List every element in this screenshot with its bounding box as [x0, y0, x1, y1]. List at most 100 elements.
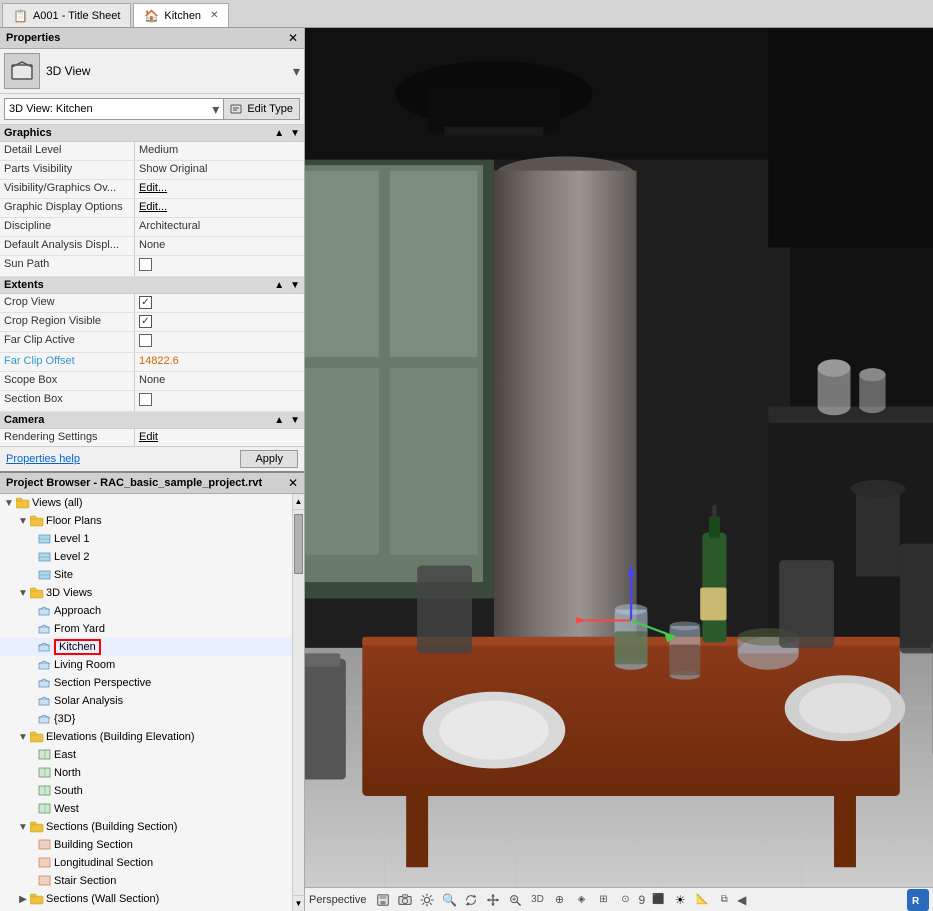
scroll-up-button[interactable]: ▲ [293, 494, 304, 510]
3d-views-folder-icon [30, 586, 44, 600]
tree-site[interactable]: Site [0, 566, 292, 584]
tab-kitchen-label: Kitchen [164, 10, 201, 22]
view-type-row: 3D View ▾ [0, 49, 304, 94]
tree-from-yard[interactable]: From Yard [0, 620, 292, 638]
sun-icon[interactable]: ☀ [671, 891, 689, 909]
tree-level1[interactable]: Level 1 [0, 530, 292, 548]
graphics-section-label: Graphics [4, 127, 52, 139]
browser-close-icon[interactable]: ✕ [288, 476, 298, 490]
tree-floor-plans[interactable]: ▼ Floor Plans [0, 512, 292, 530]
crop-view-checkbox[interactable] [139, 296, 152, 309]
tab-kitchen[interactable]: 🏠 Kitchen ✕ [133, 3, 229, 27]
tree-building-section[interactable]: Building Section [0, 836, 292, 854]
tree-wall-sections[interactable]: ▶ Sections (Wall Section) [0, 890, 292, 908]
prop-row-analysis-display: Default Analysis Displ... None [0, 237, 304, 256]
tree-approach[interactable]: Approach [0, 602, 292, 620]
3d-nav-icon[interactable]: 3D [528, 891, 546, 909]
camera-expand-icon[interactable]: ▼ [290, 415, 300, 426]
rotate-status-icon[interactable] [462, 891, 480, 909]
nav5-icon[interactable]: ⊙ [616, 891, 634, 909]
section-item-icon [38, 874, 52, 888]
tree-3d-views[interactable]: ▼ 3D Views [0, 584, 292, 602]
scroll-down-button[interactable]: ▼ [293, 895, 304, 911]
pan-status-icon[interactable] [484, 891, 502, 909]
prop-row-section-box[interactable]: Section Box [0, 391, 304, 412]
tree-building-sections[interactable]: ▼ Sections (Building Section) [0, 818, 292, 836]
view-type-icon [4, 53, 40, 89]
prop-row-crop-view[interactable]: Crop View [0, 294, 304, 313]
prop-row-visibility-graphics[interactable]: Visibility/Graphics Ov... Edit... [0, 180, 304, 199]
elevation-item-icon [38, 766, 52, 780]
extents-expand-icon[interactable]: ▼ [290, 280, 300, 291]
section-box-checkbox[interactable] [139, 393, 152, 406]
tree-south[interactable]: South [0, 782, 292, 800]
properties-help-link[interactable]: Properties help [6, 453, 80, 465]
crop-region-checkbox[interactable] [139, 315, 152, 328]
tree-elevations[interactable]: ▼ Elevations (Building Elevation) [0, 728, 292, 746]
wall-sections-toggle[interactable]: ▶ [16, 892, 30, 906]
views-all-label: Views (all) [32, 497, 83, 509]
tree-stair-section[interactable]: Stair Section [0, 872, 292, 890]
prop-row-far-clip-active[interactable]: Far Clip Active [0, 332, 304, 353]
zoom-status-icon[interactable] [506, 891, 524, 909]
view-name-dropdown[interactable]: 3D View: Kitchen [4, 98, 226, 120]
tree-solar-analysis[interactable]: Solar Analysis [0, 692, 292, 710]
tree-level2[interactable]: Level 2 [0, 548, 292, 566]
tree-longitudinal-section[interactable]: Longitudinal Section [0, 854, 292, 872]
tree-root-views[interactable]: ▼ Views (all) [0, 494, 292, 512]
close-icon[interactable]: ✕ [210, 10, 218, 21]
tree-kitchen[interactable]: Kitchen [0, 638, 292, 656]
settings-status-icon[interactable] [418, 891, 436, 909]
viewport-canvas[interactable] [305, 28, 933, 887]
tree-section-perspective[interactable]: Section Perspective [0, 674, 292, 692]
edit-type-button[interactable]: Edit Type [223, 98, 300, 120]
nav2-icon[interactable]: ⊕ [550, 891, 568, 909]
elevations-toggle[interactable]: ▼ [16, 730, 30, 744]
prop-row-crop-region[interactable]: Crop Region Visible [0, 313, 304, 332]
tree-north[interactable]: North [0, 764, 292, 782]
search-status-icon[interactable]: 🔍 [440, 891, 458, 909]
camera-section-label: Camera [4, 414, 44, 426]
prop-row-detail-level: Detail Level Medium [0, 142, 304, 161]
far-clip-checkbox[interactable] [139, 334, 152, 347]
building-sections-folder-icon [30, 820, 44, 834]
arrow-left-icon[interactable]: ◀ [737, 893, 746, 907]
browser-scrollbar[interactable]: ▲ ▼ [292, 494, 304, 911]
prop-row-sun-path[interactable]: Sun Path [0, 256, 304, 277]
tree-west[interactable]: West [0, 800, 292, 818]
stair-section-label: Stair Section [54, 875, 116, 887]
section-expand-icon[interactable]: ▼ [290, 128, 300, 139]
extents-collapse-icon[interactable]: ▲ [274, 280, 284, 291]
floor-plans-toggle[interactable]: ▼ [16, 514, 30, 528]
root-toggle-icon[interactable]: ▼ [2, 496, 16, 510]
tree-3d-default[interactable]: {3D} [0, 710, 292, 728]
sun-path-checkbox[interactable] [139, 258, 152, 271]
view-type-dropdown-icon[interactable]: ▾ [293, 63, 300, 80]
building-sections-toggle[interactable]: ▼ [16, 820, 30, 834]
camera-section-header: Camera ▲ ▼ [0, 412, 304, 429]
3d-views-toggle[interactable]: ▼ [16, 586, 30, 600]
render-icon[interactable]: ⬛ [649, 891, 667, 909]
browser-title: Project Browser - RAC_basic_sample_proje… [6, 477, 262, 489]
tree-living-room[interactable]: Living Room [0, 656, 292, 674]
properties-table: Graphics ▲ ▼ Detail Level Medium Parts V… [0, 125, 304, 446]
camera-status-icon[interactable] [396, 891, 414, 909]
prop-row-rendering-settings[interactable]: Rendering Settings Edit [0, 429, 304, 446]
apply-button[interactable]: Apply [240, 450, 298, 468]
section-item-icon [38, 838, 52, 852]
tab-title-sheet[interactable]: 📋 A001 - Title Sheet [2, 3, 131, 27]
measure-icon[interactable]: 📐 [693, 891, 711, 909]
section-icon[interactable]: ⧉ [715, 891, 733, 909]
view-item-icon [38, 532, 52, 546]
properties-close-icon[interactable]: ✕ [288, 31, 298, 45]
nav4-icon[interactable]: ⊞ [594, 891, 612, 909]
tree-east[interactable]: East [0, 746, 292, 764]
prop-row-graphic-display[interactable]: Graphic Display Options Edit... [0, 199, 304, 218]
browser-tree: ▼ Views (all) ▼ Floor Plans [0, 494, 292, 911]
nav3-icon[interactable]: ◈ [572, 891, 590, 909]
save-status-icon[interactable] [374, 891, 392, 909]
tab-title-sheet-label: A001 - Title Sheet [33, 10, 120, 22]
scroll-thumb[interactable] [294, 514, 303, 574]
camera-collapse-icon[interactable]: ▲ [274, 415, 284, 426]
section-collapse-icon[interactable]: ▲ [274, 128, 284, 139]
